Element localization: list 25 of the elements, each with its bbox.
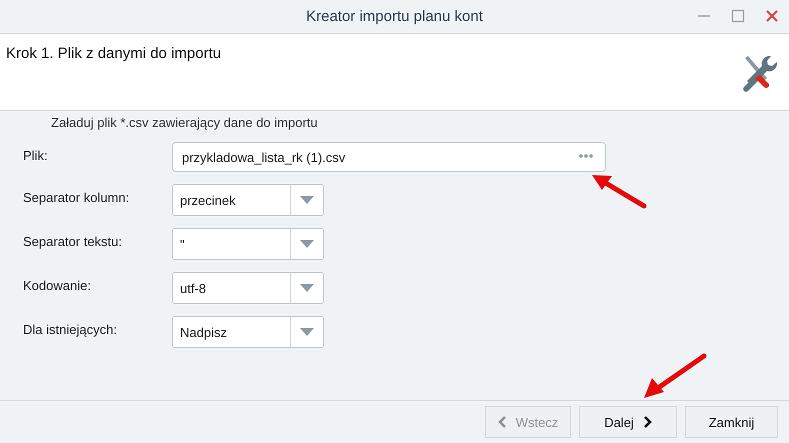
dropdown[interactable]: Nadpisz [172,316,324,348]
chevron-left-icon [498,416,507,428]
file-field[interactable]: przykladowa_lista_rk (1).csv [172,142,606,172]
dropdown-arrow-icon[interactable] [300,240,314,248]
chevron-right-icon [642,416,652,428]
next-button[interactable]: Dalej [579,406,677,438]
tools-icon [741,54,779,94]
dropdown[interactable]: przecinek [172,184,324,216]
field-label: Separator tekstu: [23,234,123,249]
instruction-text: Załaduj plik *.csv zawierający dane do importu [51,115,319,130]
field-label: Separator kolumn: [23,190,130,205]
close-button[interactable]: Zamknij [685,406,778,438]
field-label: Kodowanie: [23,278,92,293]
dropdown[interactable]: " [172,228,324,260]
dropdown-arrow-icon[interactable] [300,328,314,336]
close-icon[interactable] [765,9,779,23]
more-icon[interactable] [579,153,593,159]
field-label: Plik: [23,148,49,163]
dropdown-arrow-icon[interactable] [300,284,314,292]
dropdown[interactable]: utf-8 [172,272,324,304]
step-title: Krok 1. Plik z danymi do importu [6,45,222,63]
window-title: Kreator importu planu kont [306,8,483,25]
field-label: Dla istniejących: [23,322,118,337]
maximize-icon[interactable] [731,9,745,23]
dropdown-arrow-icon[interactable] [300,196,314,204]
